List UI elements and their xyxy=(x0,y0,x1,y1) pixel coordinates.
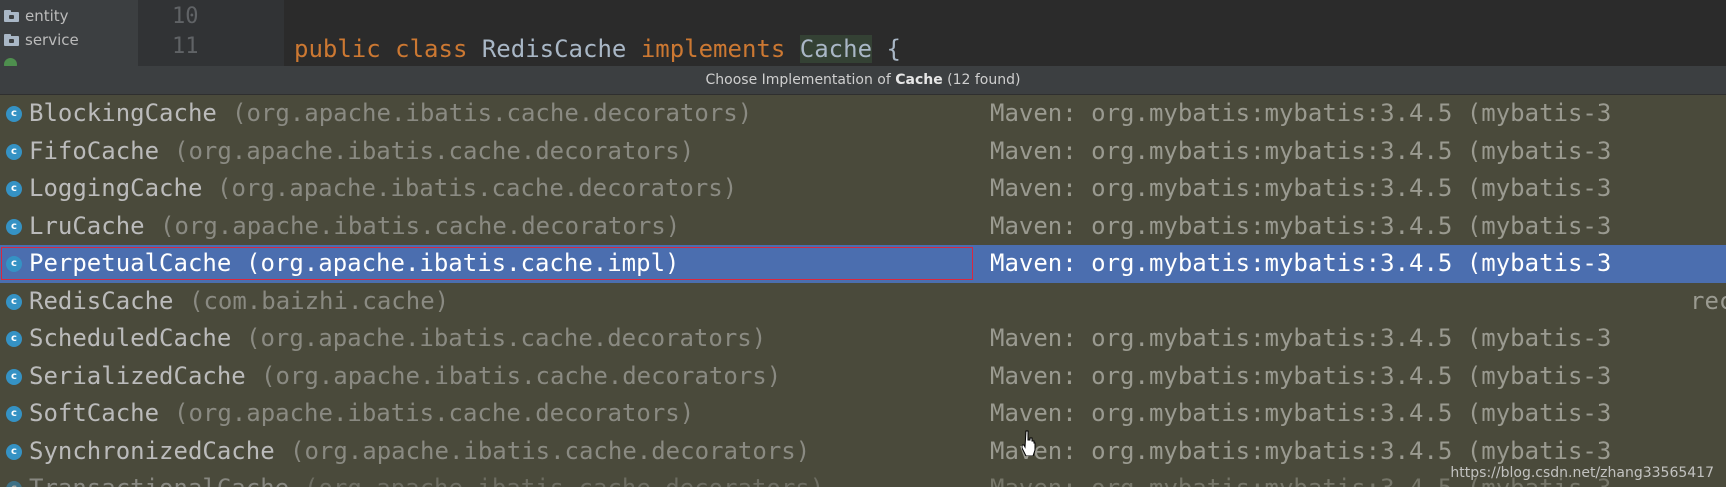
spring-icon xyxy=(4,57,17,66)
class-name: BlockingCache xyxy=(29,99,217,127)
line-number: 11 xyxy=(172,34,199,59)
watermark: https://blog.csdn.net/zhang33565417 xyxy=(1450,465,1714,481)
code-editor[interactable]: public class RedisCache implements Cache… xyxy=(284,0,1726,66)
class-name: PerpetualCache xyxy=(29,249,232,277)
line-number: 10 xyxy=(172,4,199,29)
code-line: public class RedisCache implements Cache… xyxy=(294,33,901,65)
tree-item-service[interactable]: service xyxy=(4,29,79,51)
tree-item-entity[interactable]: entity xyxy=(4,5,69,27)
library-name: Maven: org.mybatis:mybatis:3.4.5 (mybati… xyxy=(990,174,1612,202)
class-name: TransactionalCache xyxy=(29,470,289,487)
package-name: (com.baizhi.cache) xyxy=(189,286,450,315)
class-icon: c xyxy=(6,181,22,197)
class-name: RedisCache xyxy=(481,35,627,63)
line-number-gutter: 10 11 xyxy=(138,0,285,66)
class-icon: c xyxy=(6,143,22,160)
folder-icon xyxy=(4,34,19,46)
keyword: implements xyxy=(640,35,786,63)
class-icon: c xyxy=(6,106,22,122)
class-name: SerializedCache xyxy=(29,361,246,390)
package-name: (org.apache.ibatis.cache.impl) xyxy=(246,249,680,277)
implementation-item[interactable]: c BlockingCache (org.apache.ibatis.cache.d… xyxy=(0,95,1726,133)
package-name: (org.apache.ibatis.cache.decorators) xyxy=(261,361,782,390)
implementation-item[interactable]: c SerializedCache (org.apache.ibatis.cache… xyxy=(0,358,1726,396)
class-name: LruCache xyxy=(29,211,145,240)
library-name: Maven: org.mybatis:mybatis:3.4.5 (mybati… xyxy=(990,211,1612,240)
package-name: (org.apache.ibatis.cache.decorators) xyxy=(174,136,695,165)
tree-item-partial[interactable] xyxy=(4,53,23,66)
class-icon: c xyxy=(6,256,22,272)
class-icon: c xyxy=(6,293,22,310)
keyword: public xyxy=(294,35,381,63)
package-name: (org.apache.ibatis.cache.decorators) xyxy=(290,436,811,465)
class-icon: c xyxy=(6,218,22,235)
class-icon: c xyxy=(6,368,22,385)
class-icon: c xyxy=(6,443,22,460)
package-name: (org.apache.ibatis.cache.decorators) xyxy=(246,324,767,352)
library-name: Maven: org.mybatis:mybatis:3.4.5 (mybati… xyxy=(990,361,1612,390)
package-name: (org.apache.ibatis.cache.decorators) xyxy=(232,99,753,127)
class-name: SoftCache xyxy=(29,399,160,427)
library-name: Maven: org.mybatis:mybatis:3.4.5 (mybati… xyxy=(990,249,1612,277)
tree-item-label: service xyxy=(25,31,79,49)
ide-window: entity service 10 11 public class RedisC… xyxy=(0,0,1726,487)
implementation-list: c BlockingCache (org.apache.ibatis.cache.d… xyxy=(0,95,1726,487)
keyword: class xyxy=(395,35,468,63)
class-icon: c xyxy=(6,331,22,347)
implementation-item[interactable]: c SoftCache (org.apache.ibatis.cache.decor… xyxy=(0,395,1726,433)
library-name: Maven: org.mybatis:mybatis:3.4.5 (mybati… xyxy=(990,136,1612,165)
choose-implementation-popup: Choose Implementation of Cache (12 found… xyxy=(0,66,1726,487)
implementation-item[interactable]: c RedisCache (com.baizhi.cache) rec xyxy=(0,283,1726,321)
class-name: LoggingCache xyxy=(29,174,203,202)
tree-item-label: entity xyxy=(25,7,69,25)
popup-title: Choose Implementation of Cache (12 found… xyxy=(0,66,1726,95)
implementation-item[interactable]: c FifoCache (org.apache.ibatis.cache.decor… xyxy=(0,133,1726,171)
package-name: (org.apache.ibatis.cache.decorators) xyxy=(304,470,824,487)
package-name: (org.apache.ibatis.cache.decorators) xyxy=(217,174,738,202)
library-name: Maven: org.mybatis:mybatis:3.4.5 (mybati… xyxy=(990,399,1612,427)
package-name: (org.apache.ibatis.cache.decorators) xyxy=(160,211,681,240)
implementation-item[interactable]: c PerpetualCache (org.apache.ibatis.cache.… xyxy=(0,245,1726,283)
class-name: RedisCache xyxy=(29,286,174,315)
library-name: Maven: org.mybatis:mybatis:3.4.5 (mybati… xyxy=(990,99,1612,127)
module-name: rec xyxy=(1690,286,1726,315)
class-icon: c xyxy=(6,406,22,422)
implementation-item[interactable]: c ScheduledCache (org.apache.ibatis.cache.… xyxy=(0,320,1726,358)
implementation-item[interactable]: c LruCache (org.apache.ibatis.cache.decora… xyxy=(0,208,1726,246)
open-brace: { xyxy=(886,35,901,63)
library-name: Maven: org.mybatis:mybatis:3.4.5 (mybati… xyxy=(990,324,1612,352)
package-name: (org.apache.ibatis.cache.decorators) xyxy=(174,399,695,427)
class-name: ScheduledCache xyxy=(29,324,232,352)
interface-name[interactable]: Cache xyxy=(799,35,873,63)
folder-icon xyxy=(4,10,19,22)
class-icon: c xyxy=(6,481,22,487)
project-tree: entity service xyxy=(0,0,138,66)
class-name: FifoCache xyxy=(29,136,160,165)
mouse-cursor-icon xyxy=(1022,430,1036,456)
implementation-item[interactable]: c LoggingCache (org.apache.ibatis.cache.de… xyxy=(0,170,1726,208)
class-name: SynchronizedCache xyxy=(29,436,275,465)
